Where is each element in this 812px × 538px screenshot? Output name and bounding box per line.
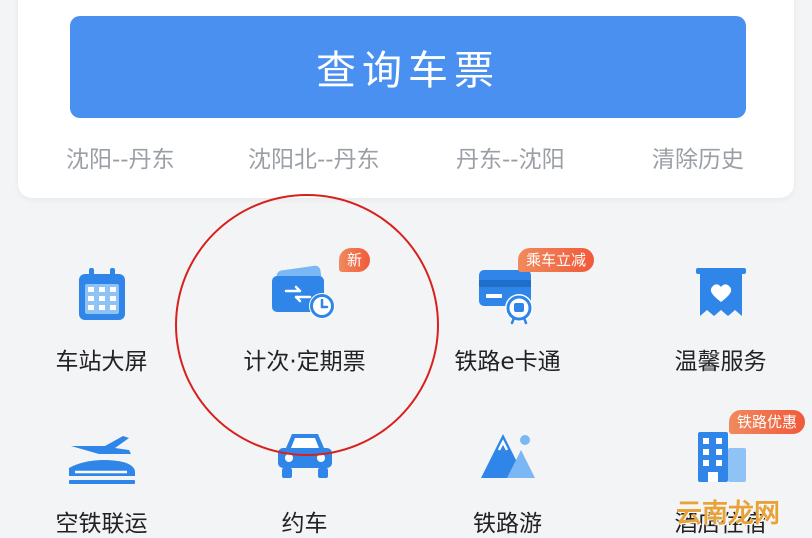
history-item-shenyangbei-dandong[interactable]: 沈阳北--丹东 [248,140,380,174]
service-label: 铁路游 [473,511,542,537]
rail-discount-badge: 铁路优惠 [729,410,806,434]
service-label: 温馨服务 [674,349,767,375]
rail-ecard-icon [406,262,609,342]
service-label: 铁路e卡通 [454,349,561,375]
history-item-dandong-shenyang[interactable]: 丹东--沈阳 [456,140,565,174]
service-rail-ecard[interactable]: 乘车立减 铁路e卡通 [406,248,609,382]
service-car-hailing[interactable]: 约车 [203,428,406,537]
heart-service-icon [619,262,812,342]
service-count-periodic-ticket[interactable]: 新 计次·定期票 [203,248,406,382]
clear-history-button[interactable]: 清除历史 [652,140,744,174]
service-air-rail[interactable]: 空铁联运 [0,428,203,537]
service-label: 车站大屏 [55,349,148,375]
service-label: 计次·定期票 [243,349,366,375]
new-badge: 新 [339,248,371,272]
service-caring[interactable]: 温馨服务 [619,262,812,382]
service-label: 空铁联运 [55,511,148,537]
ticket-card-clock-icon [203,262,406,342]
ride-discount-badge: 乘车立减 [518,248,595,272]
service-station-screen[interactable]: 车站大屏 [0,262,203,382]
station-screen-icon [0,262,203,342]
history-item-shenyang-dandong[interactable]: 沈阳--丹东 [66,140,175,174]
search-history: 沈阳--丹东 沈阳北--丹东 丹东--沈阳 清除历史 [18,140,794,180]
ticket-query-card: 查询车票 沈阳--丹东 沈阳北--丹东 丹东--沈阳 清除历史 [18,0,794,198]
service-label: 约车 [281,511,328,537]
mountain-travel-icon [406,428,609,508]
car-icon [203,428,406,508]
watermark: 云南龙网 [676,499,781,529]
service-rail-travel[interactable]: 铁路游 [406,428,609,537]
plane-train-icon [0,428,203,508]
query-tickets-button[interactable]: 查询车票 [70,16,746,118]
